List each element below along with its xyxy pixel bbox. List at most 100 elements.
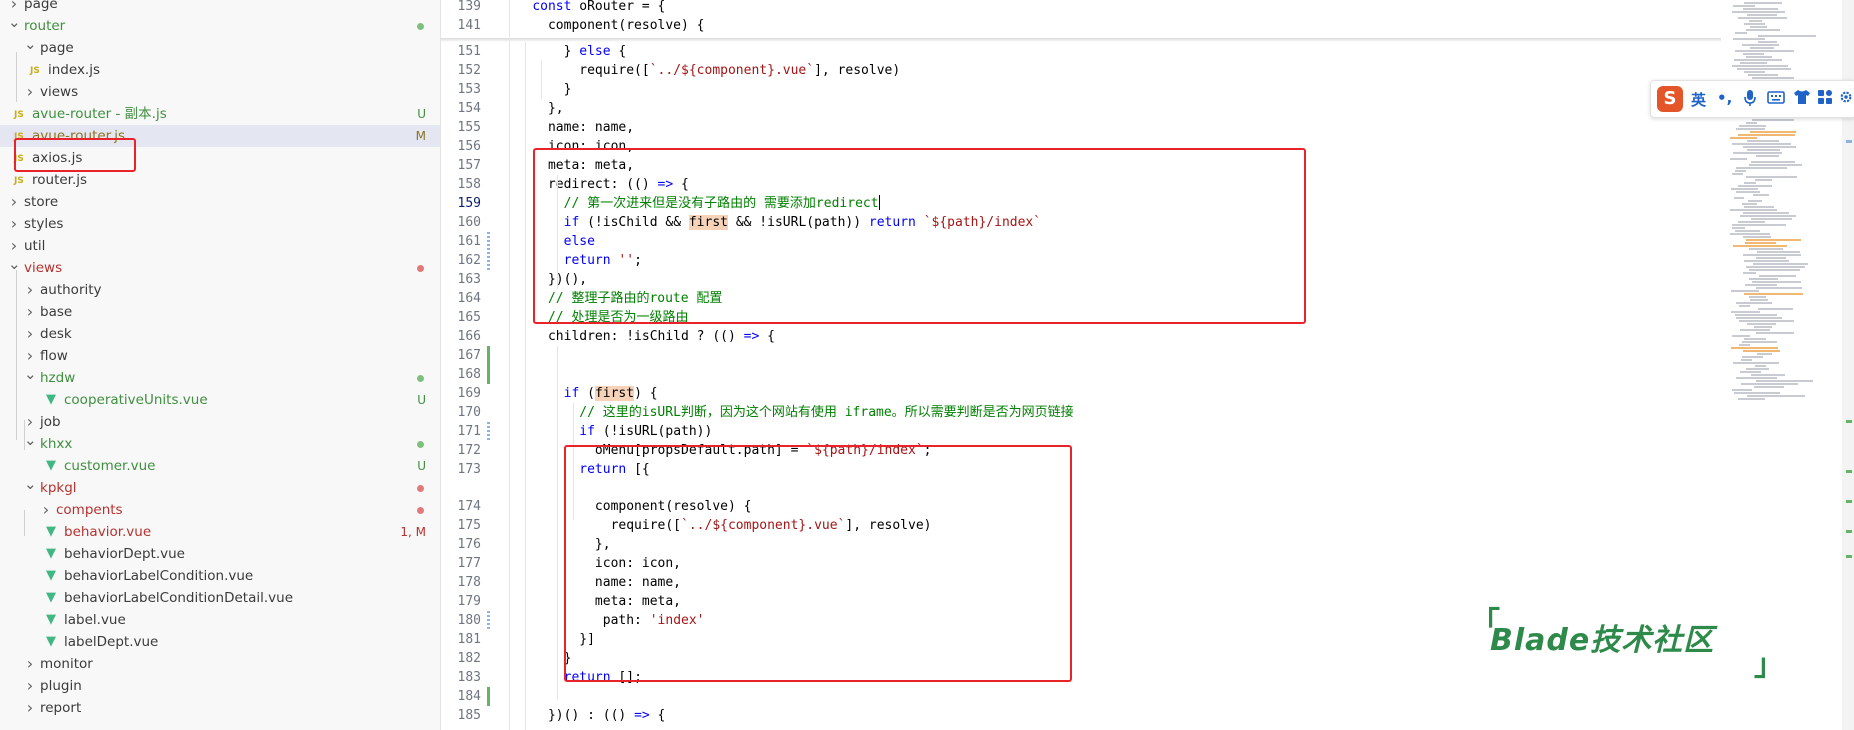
line-number[interactable]: 155 (441, 118, 481, 137)
code-line[interactable]: }, (501, 99, 564, 118)
sidebar-item[interactable]: › compents (0, 499, 440, 521)
sidebar-item[interactable]: ▼ behaviorDept.vue (0, 543, 440, 565)
line-number[interactable]: 159 (441, 194, 481, 213)
line-number[interactable]: 167 (441, 346, 481, 365)
ime-punct-toggle[interactable]: •, (1717, 89, 1732, 107)
line-number[interactable]: 163 (441, 270, 481, 289)
chevron-down-icon[interactable]: ⌄ (24, 473, 37, 495)
sidebar-item[interactable]: › page (0, 0, 440, 15)
line-number[interactable]: 151 (441, 42, 481, 61)
shirt-icon[interactable] (1793, 89, 1811, 109)
sidebar-item[interactable]: ▼ behaviorLabelConditionDetail.vue (0, 587, 440, 609)
code-line[interactable]: component(resolve) { (501, 16, 705, 35)
diff-added-marker[interactable] (487, 346, 490, 384)
sidebar-item[interactable]: › store (0, 191, 440, 213)
chevron-right-icon[interactable]: › (24, 279, 36, 301)
code-line[interactable]: } (501, 80, 572, 99)
sidebar-item[interactable]: › authority (0, 279, 440, 301)
sidebar-item[interactable]: › monitor (0, 653, 440, 675)
chevron-right-icon[interactable]: › (24, 301, 36, 323)
sidebar-item[interactable]: › plugin (0, 675, 440, 697)
code-line[interactable]: children: !isChild ? (() => { (501, 327, 775, 346)
line-number[interactable]: 178 (441, 573, 481, 592)
sidebar-item[interactable]: ⌄ hzdw (0, 365, 440, 389)
code-line[interactable]: // 这里的isURL判断，因为这个网站有使用 iframe。所以需要判断是否为… (501, 403, 1073, 422)
line-number[interactable]: 183 (441, 668, 481, 687)
sidebar-item[interactable]: ⌄ router (0, 13, 440, 37)
sidebar-item[interactable]: ▼ cooperativeUnits.vue U (0, 389, 440, 411)
line-number[interactable]: 161 (441, 232, 481, 251)
sidebar-item[interactable]: ▼ customer.vue U (0, 455, 440, 477)
line-number[interactable]: 185 (441, 706, 481, 725)
chevron-right-icon[interactable]: › (24, 675, 36, 697)
code-line[interactable]: if (!isURL(path)) (501, 422, 712, 441)
line-number[interactable]: 152 (441, 61, 481, 80)
chevron-down-icon[interactable]: ⌄ (8, 253, 21, 275)
line-number[interactable]: 164 (441, 289, 481, 308)
line-number[interactable]: 141 (441, 16, 481, 35)
sidebar-item[interactable]: ⌄ kpkgl (0, 475, 440, 499)
line-number[interactable]: 184 (441, 687, 481, 706)
chevron-down-icon[interactable]: ⌄ (24, 363, 37, 385)
sidebar-item[interactable]: ⌄ views (0, 255, 440, 279)
line-number[interactable]: 153 (441, 80, 481, 99)
code-line[interactable]: } else { (501, 42, 627, 61)
line-number[interactable]: 156 (441, 137, 481, 156)
sidebar-item[interactable]: JS avue-router - 副本.js U (0, 103, 440, 125)
chevron-right-icon[interactable]: › (24, 323, 36, 345)
chevron-down-icon[interactable]: ⌄ (8, 11, 21, 33)
chevron-right-icon[interactable]: › (24, 81, 36, 103)
line-number[interactable]: 179 (441, 592, 481, 611)
chevron-right-icon[interactable]: › (40, 499, 52, 521)
sidebar-item[interactable]: ▼ label.vue (0, 609, 440, 631)
sogou-logo-icon[interactable]: S (1657, 86, 1683, 112)
line-number[interactable]: 172 (441, 441, 481, 460)
sidebar-item[interactable]: JS router.js (0, 169, 440, 191)
sidebar-item[interactable]: › job (0, 411, 440, 433)
chevron-right-icon[interactable]: › (8, 213, 20, 235)
sidebar-item[interactable]: › flow (0, 345, 440, 367)
line-number[interactable]: 176 (441, 535, 481, 554)
chevron-down-icon[interactable]: ⌄ (24, 429, 37, 451)
sidebar-item[interactable]: › desk (0, 323, 440, 345)
code-line[interactable]: name: name, (501, 118, 634, 137)
line-number[interactable]: 174 (441, 497, 481, 516)
sidebar-item[interactable]: ▼ labelDept.vue (0, 631, 440, 653)
line-number[interactable]: 154 (441, 99, 481, 118)
diff-modified-marker[interactable] (487, 232, 490, 270)
line-number[interactable]: 165 (441, 308, 481, 327)
settings-icon[interactable] (1839, 89, 1853, 109)
sidebar-item[interactable]: JS index.js (0, 59, 440, 81)
line-number[interactable]: 181 (441, 630, 481, 649)
sidebar-item[interactable]: › report (0, 697, 440, 719)
diff-added-marker[interactable] (487, 687, 490, 706)
sidebar-item[interactable]: › views (0, 81, 440, 103)
chevron-down-icon[interactable]: ⌄ (24, 33, 37, 55)
diff-modified-marker[interactable] (487, 422, 490, 441)
code-line[interactable]: const oRouter = { (501, 0, 665, 16)
line-number[interactable]: 170 (441, 403, 481, 422)
line-number[interactable]: 175 (441, 516, 481, 535)
sidebar-item[interactable]: › base (0, 301, 440, 323)
sidebar-item[interactable]: ⌄ page (0, 35, 440, 59)
chevron-right-icon[interactable]: › (8, 191, 20, 213)
sidebar-item[interactable]: › styles (0, 213, 440, 235)
line-number[interactable]: 182 (441, 649, 481, 668)
line-number[interactable]: 173 (441, 460, 481, 479)
line-number[interactable]: 158 (441, 175, 481, 194)
line-number[interactable]: 139 (441, 0, 481, 16)
line-number[interactable]: 177 (441, 554, 481, 573)
line-number[interactable]: 169 (441, 384, 481, 403)
line-number[interactable]: 168 (441, 365, 481, 384)
ime-lang-toggle[interactable]: 英 (1691, 89, 1706, 110)
keyboard-icon[interactable] (1767, 89, 1785, 109)
line-number[interactable]: 166 (441, 327, 481, 346)
line-number[interactable]: 157 (441, 156, 481, 175)
chevron-right-icon[interactable]: › (24, 653, 36, 675)
code-line[interactable]: } (501, 649, 572, 668)
sidebar-item[interactable]: ⌄ khxx (0, 431, 440, 455)
line-number[interactable]: 162 (441, 251, 481, 270)
sidebar-item[interactable]: ▼ behavior.vue 1, M (0, 521, 440, 543)
line-number[interactable]: 171 (441, 422, 481, 441)
diff-modified-marker[interactable] (487, 611, 490, 630)
